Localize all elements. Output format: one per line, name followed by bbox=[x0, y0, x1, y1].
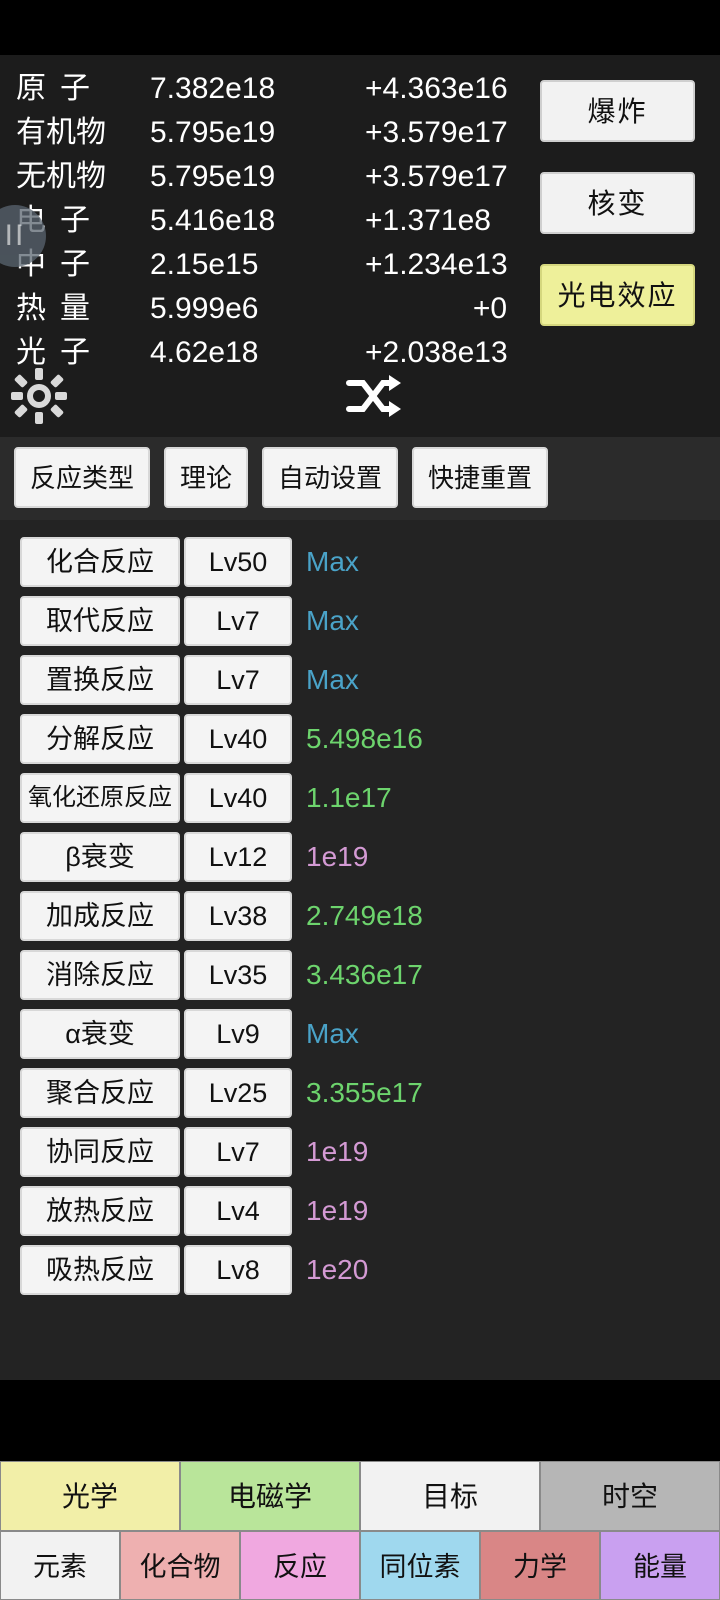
reaction-row: 氧化还原反应 Lv40 1.1e17 bbox=[0, 768, 720, 827]
reaction-list: 化合反应 Lv50 Max 取代反应 Lv7 Max 置换反应 Lv7 Max 分解反应 Lv40 5… bbox=[0, 520, 720, 1380]
gear-icon[interactable] bbox=[10, 367, 68, 425]
reaction-level-button[interactable]: Lv12 bbox=[184, 831, 292, 882]
reaction-level-button[interactable]: Lv40 bbox=[184, 772, 292, 823]
reaction-name-button[interactable]: 分解反应 bbox=[20, 713, 180, 764]
reaction-level-button[interactable]: Lv38 bbox=[184, 890, 292, 941]
reaction-level-button[interactable]: Lv50 bbox=[184, 536, 292, 587]
reaction-amount: Max bbox=[306, 663, 359, 695]
resource-value: 5.999e6 bbox=[150, 292, 259, 325]
resource-value: 7.382e18 bbox=[150, 72, 276, 105]
reaction-row: α衰变 Lv9 Max bbox=[0, 1004, 720, 1063]
reaction-row: 聚合反应 Lv25 3.355e17 bbox=[0, 1063, 720, 1122]
reaction-name-button[interactable]: 置换反应 bbox=[20, 654, 180, 705]
reaction-level-button[interactable]: Lv25 bbox=[184, 1067, 292, 1118]
nav-item-电磁学[interactable]: 电磁学 bbox=[180, 1461, 360, 1531]
reaction-row: 分解反应 Lv40 5.498e16 bbox=[0, 709, 720, 768]
nav-item-元素[interactable]: 元素 bbox=[0, 1531, 120, 1600]
resource-name: 有机物 bbox=[16, 116, 106, 149]
reaction-amount: 1e20 bbox=[306, 1253, 369, 1285]
nav-row-upper: 光学 电磁学 目标 时空 bbox=[0, 1461, 720, 1531]
reaction-row: 消除反应 Lv35 3.436e17 bbox=[0, 945, 720, 1004]
reaction-amount: 3.436e17 bbox=[306, 958, 423, 990]
resource-value: 2.15e15 bbox=[150, 248, 259, 281]
reaction-level-button[interactable]: Lv4 bbox=[184, 1185, 292, 1236]
reaction-name-button[interactable]: 聚合反应 bbox=[20, 1067, 180, 1118]
tab-1[interactable]: 理论 bbox=[164, 447, 249, 508]
tab-bar: 反应类型 理论 自动设置 快捷重置 bbox=[0, 437, 720, 520]
nav-item-力学[interactable]: 力学 bbox=[480, 1531, 600, 1600]
reaction-name-button[interactable]: 吸热反应 bbox=[20, 1244, 180, 1295]
reaction-level-button[interactable]: Lv35 bbox=[184, 949, 292, 1000]
resource-name: 原子 bbox=[16, 72, 104, 105]
reaction-name-button[interactable]: 放热反应 bbox=[20, 1185, 180, 1236]
reaction-row: 放热反应 Lv4 1e19 bbox=[0, 1181, 720, 1240]
resource-name: 无机物 bbox=[16, 160, 106, 193]
reaction-row: 协同反应 Lv7 1e19 bbox=[0, 1122, 720, 1181]
reaction-amount: 1e19 bbox=[306, 840, 369, 872]
reaction-name-button[interactable]: α衰变 bbox=[20, 1008, 180, 1059]
nav-row-lower: 元素 化合物 反应 同位素 力学 能量 bbox=[0, 1531, 720, 1600]
tab-0[interactable]: 反应类型 bbox=[14, 447, 151, 508]
tab-2[interactable]: 自动设置 bbox=[262, 447, 399, 508]
shuffle-icon[interactable] bbox=[345, 371, 401, 421]
app-root: 原子 7.382e18 +4.363e16 有机物 5.795e19 +3.579e17 无… bbox=[0, 0, 720, 1600]
nav-item-能量[interactable]: 能量 bbox=[600, 1531, 720, 1600]
nav-item-同位素[interactable]: 同位素 bbox=[360, 1531, 480, 1600]
resource-value: 5.795e19 bbox=[150, 160, 276, 193]
reaction-level-button[interactable]: Lv40 bbox=[184, 713, 292, 764]
reaction-amount: Max bbox=[306, 545, 359, 577]
reaction-amount: 2.749e18 bbox=[306, 899, 423, 931]
tab-3[interactable]: 快捷重置 bbox=[412, 447, 549, 508]
reaction-name-button[interactable]: 化合反应 bbox=[20, 536, 180, 587]
reaction-level-button[interactable]: Lv7 bbox=[184, 654, 292, 705]
action-buttons: 爆炸 核变 光电效应 bbox=[540, 80, 700, 356]
action-button[interactable]: 爆炸 bbox=[540, 80, 695, 142]
reaction-amount: Max bbox=[306, 1017, 359, 1049]
nav-item-化合物[interactable]: 化合物 bbox=[120, 1531, 240, 1600]
reaction-level-button[interactable]: Lv7 bbox=[184, 595, 292, 646]
reaction-name-button[interactable]: 加成反应 bbox=[20, 890, 180, 941]
reaction-row: 吸热反应 Lv8 1e20 bbox=[0, 1240, 720, 1299]
reaction-row: 取代反应 Lv7 Max bbox=[0, 591, 720, 650]
reaction-level-button[interactable]: Lv8 bbox=[184, 1244, 292, 1295]
resource-name: 热量 bbox=[16, 292, 104, 325]
reaction-row: 置换反应 Lv7 Max bbox=[0, 650, 720, 709]
action-button[interactable]: 光电效应 bbox=[540, 264, 695, 326]
reaction-name-button[interactable]: 取代反应 bbox=[20, 595, 180, 646]
reaction-amount: 1.1e17 bbox=[306, 781, 392, 813]
reaction-amount: 1e19 bbox=[306, 1194, 369, 1226]
bottom-navigation: 光学 电磁学 目标 时空 元素 化合物 反应 同位素 力学 能量 bbox=[0, 1461, 720, 1600]
status-bar bbox=[0, 0, 720, 55]
reaction-row: β衰变 Lv12 1e19 bbox=[0, 827, 720, 886]
reaction-amount: 3.355e17 bbox=[306, 1076, 423, 1108]
nav-item-时空[interactable]: 时空 bbox=[540, 1461, 720, 1531]
reaction-level-button[interactable]: Lv7 bbox=[184, 1126, 292, 1177]
reaction-name-button[interactable]: β衰变 bbox=[20, 831, 180, 882]
reaction-level-button[interactable]: Lv9 bbox=[184, 1008, 292, 1059]
nav-item-光学[interactable]: 光学 bbox=[0, 1461, 180, 1531]
reaction-name-button[interactable]: 协同反应 bbox=[20, 1126, 180, 1177]
reaction-amount: 5.498e16 bbox=[306, 722, 423, 754]
reaction-name-button[interactable]: 氧化还原反应 bbox=[20, 772, 180, 823]
reaction-amount: 1e19 bbox=[306, 1135, 369, 1167]
nav-item-目标[interactable]: 目标 bbox=[360, 1461, 540, 1531]
reaction-row: 化合反应 Lv50 Max bbox=[0, 532, 720, 591]
reaction-name-button[interactable]: 消除反应 bbox=[20, 949, 180, 1000]
reaction-row: 加成反应 Lv38 2.749e18 bbox=[0, 886, 720, 945]
resource-panel: 原子 7.382e18 +4.363e16 有机物 5.795e19 +3.579e17 无… bbox=[0, 55, 720, 437]
resource-footer bbox=[0, 367, 720, 431]
resource-value: 5.416e18 bbox=[150, 204, 276, 237]
action-button[interactable]: 核变 bbox=[540, 172, 695, 234]
nav-item-反应[interactable]: 反应 bbox=[240, 1531, 360, 1600]
reaction-amount: Max bbox=[306, 604, 359, 636]
resource-value: 5.795e19 bbox=[150, 116, 276, 149]
